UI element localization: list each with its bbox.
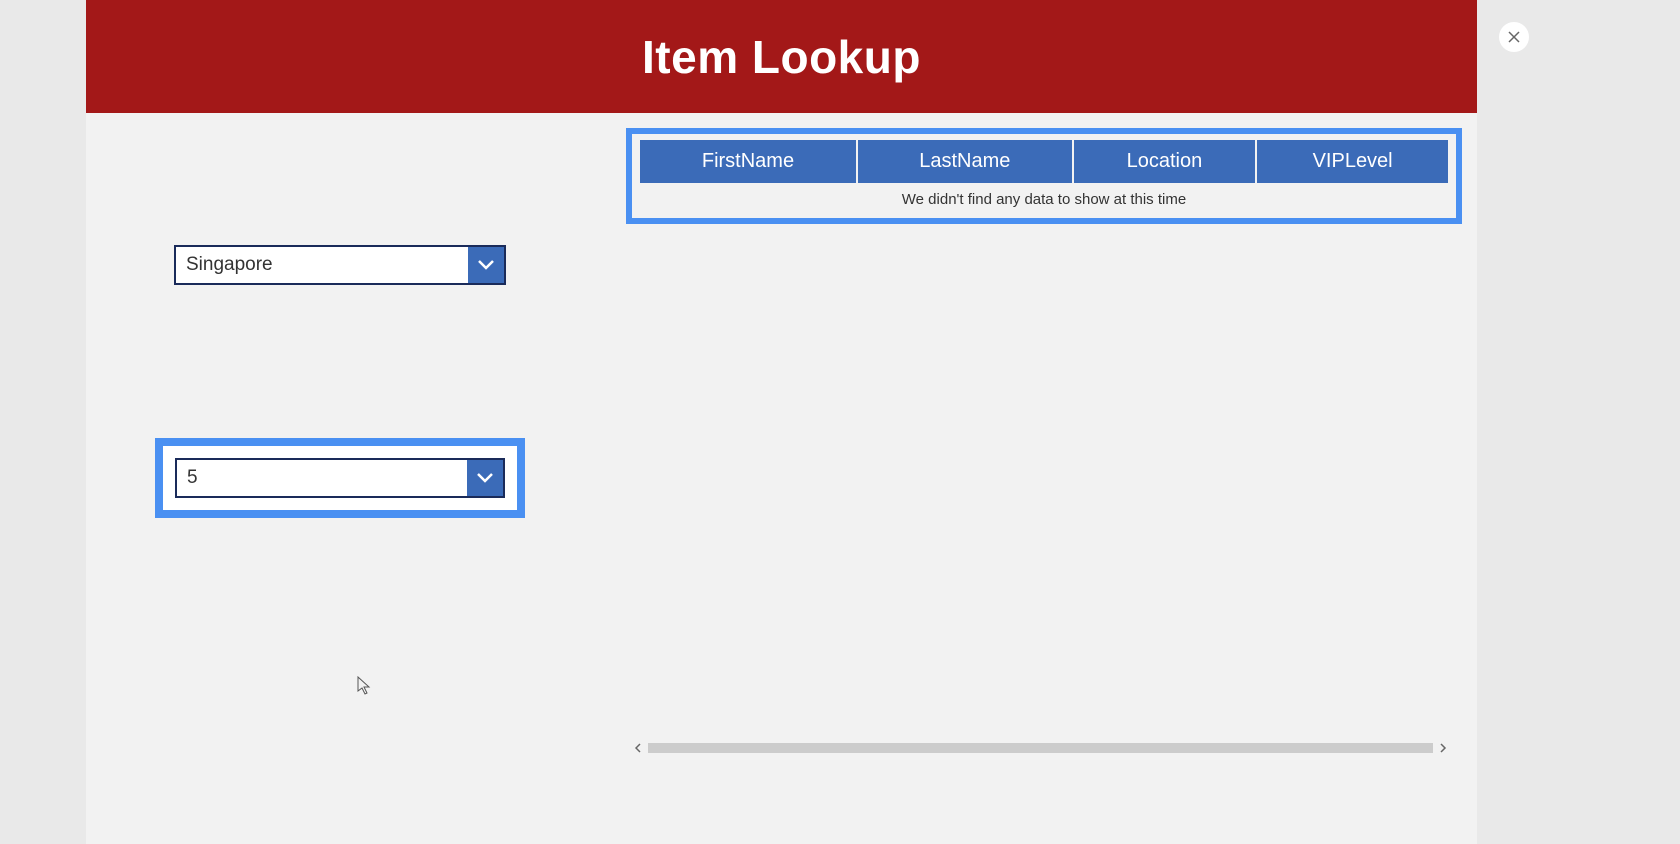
chevron-down-icon bbox=[477, 259, 495, 271]
col-viplevel[interactable]: VIPLevel bbox=[1257, 140, 1448, 183]
results-table: FirstName LastName Location VIPLevel We … bbox=[638, 140, 1450, 212]
location-dropdown-wrap: Singapore bbox=[174, 245, 506, 285]
chevron-left-icon bbox=[634, 743, 642, 753]
col-location[interactable]: Location bbox=[1074, 140, 1256, 183]
page-title: Item Lookup bbox=[642, 30, 921, 84]
cursor-icon bbox=[357, 676, 373, 696]
table-empty-row: We didn't find any data to show at this … bbox=[640, 183, 1448, 212]
location-dropdown[interactable]: Singapore bbox=[174, 245, 506, 285]
viplevel-dropdown-arrow[interactable] bbox=[467, 460, 503, 496]
horizontal-scrollbar[interactable] bbox=[632, 738, 1449, 758]
location-dropdown-value: Singapore bbox=[176, 247, 468, 283]
col-lastname[interactable]: LastName bbox=[858, 140, 1072, 183]
chevron-down-icon bbox=[476, 472, 494, 484]
col-firstname[interactable]: FirstName bbox=[640, 140, 856, 183]
header-bar: Item Lookup bbox=[86, 0, 1477, 113]
scroll-right-arrow[interactable] bbox=[1437, 742, 1449, 754]
app-canvas: Item Lookup Singapore 5 bbox=[86, 0, 1477, 844]
table-header-row: FirstName LastName Location VIPLevel bbox=[640, 140, 1448, 183]
location-dropdown-arrow[interactable] bbox=[468, 247, 504, 283]
scroll-left-arrow[interactable] bbox=[632, 742, 644, 754]
results-table-highlight: FirstName LastName Location VIPLevel We … bbox=[626, 128, 1462, 224]
close-icon bbox=[1507, 30, 1521, 44]
scroll-track[interactable] bbox=[648, 743, 1433, 753]
viplevel-dropdown-highlight: 5 bbox=[155, 438, 525, 518]
viplevel-dropdown[interactable]: 5 bbox=[175, 458, 505, 498]
viplevel-dropdown-value: 5 bbox=[177, 460, 467, 496]
table-empty-message: We didn't find any data to show at this … bbox=[640, 183, 1448, 212]
close-button[interactable] bbox=[1499, 22, 1529, 52]
chevron-right-icon bbox=[1439, 743, 1447, 753]
